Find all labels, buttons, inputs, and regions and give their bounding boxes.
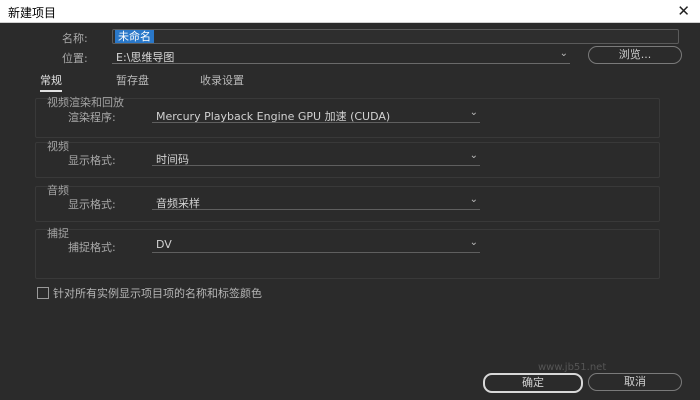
chevron-down-icon: ⌄ — [469, 150, 478, 161]
show-labels-checkbox[interactable] — [37, 287, 49, 299]
group-title-capture: 捕捉 — [47, 227, 69, 240]
ok-button[interactable]: 确定 — [483, 373, 583, 393]
name-label: 名称: — [62, 32, 88, 45]
renderer-value: Mercury Playback Engine GPU 加速 (CUDA) — [156, 110, 391, 123]
tab-scratch-disks[interactable]: 暂存盘 — [116, 72, 149, 88]
location-value: E:\思维导图 — [116, 51, 175, 64]
group-title-audio: 音频 — [47, 184, 69, 197]
tab-general[interactable]: 常规 — [40, 72, 62, 92]
location-label: 位置: — [62, 52, 88, 65]
project-name-input[interactable]: 未命名 — [112, 29, 679, 44]
capture-format-label: 捕捉格式: — [68, 241, 116, 254]
group-title-video: 视频 — [47, 140, 69, 153]
window-titlebar: 新建项目 ✕ — [0, 0, 700, 23]
chevron-down-icon: ⌄ — [469, 194, 478, 205]
capture-format-select[interactable]: DV ⌄ — [152, 237, 480, 253]
group-title-render: 视频渲染和回放 — [47, 96, 124, 109]
group-capture — [35, 229, 660, 279]
renderer-label: 渲染程序: — [68, 111, 116, 124]
video-format-select[interactable]: 时间码 ⌄ — [152, 150, 480, 166]
capture-format-value: DV — [156, 238, 172, 251]
show-labels-checkbox-label: 针对所有实例显示项目项的名称和标签颜色 — [53, 287, 262, 300]
audio-format-value: 音频采样 — [156, 197, 200, 210]
audio-format-select[interactable]: 音频采样 ⌄ — [152, 194, 480, 210]
window-title: 新建项目 — [8, 6, 57, 20]
close-icon[interactable]: ✕ — [677, 2, 690, 20]
watermark: www.jb51.net — [538, 362, 607, 373]
chevron-down-icon: ⌄ — [469, 107, 478, 118]
renderer-select[interactable]: Mercury Playback Engine GPU 加速 (CUDA) ⌄ — [152, 107, 480, 123]
chevron-down-icon: ⌄ — [469, 237, 478, 248]
project-name-value: 未命名 — [115, 30, 154, 43]
video-format-label: 显示格式: — [68, 154, 116, 167]
chevron-down-icon: ⌄ — [559, 48, 568, 59]
location-select[interactable]: E:\思维导图 ⌄ — [112, 48, 570, 64]
browse-button[interactable]: 浏览... — [588, 46, 682, 64]
video-format-value: 时间码 — [156, 153, 189, 166]
tab-ingest-settings[interactable]: 收录设置 — [200, 72, 244, 88]
cancel-button[interactable]: 取消 — [588, 373, 682, 391]
audio-format-label: 显示格式: — [68, 198, 116, 211]
